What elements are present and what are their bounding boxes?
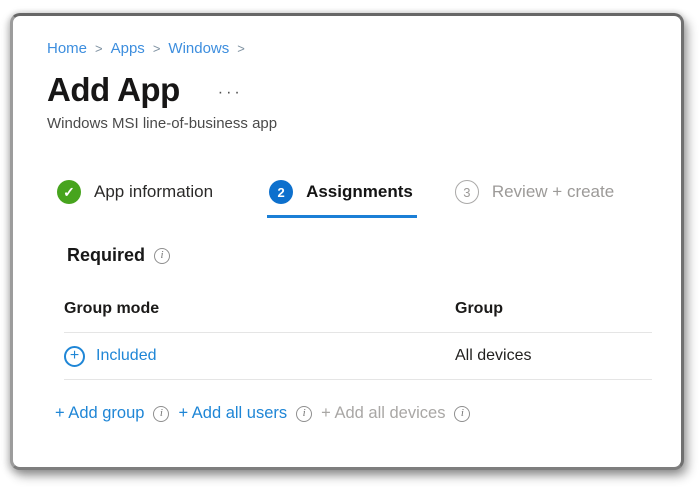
add-group-link[interactable]: + Add group bbox=[55, 404, 144, 423]
table-header-row: Group mode Group bbox=[64, 300, 652, 332]
info-icon[interactable]: i bbox=[454, 405, 471, 422]
required-section-header: Required i bbox=[67, 245, 651, 266]
step-number-badge: 2 bbox=[269, 180, 294, 205]
tab-assignments[interactable]: 2 Assignments bbox=[267, 180, 417, 219]
add-all-users-link[interactable]: + Add all users bbox=[178, 404, 287, 423]
info-icon[interactable]: i bbox=[296, 405, 313, 422]
assignment-actions: + Add group i + Add all users i + Add al… bbox=[55, 404, 651, 423]
breadcrumb-separator: > bbox=[95, 41, 103, 56]
breadcrumb-separator: > bbox=[237, 41, 245, 56]
add-app-panel: Home > Apps > Windows > Add App ··· Wind… bbox=[13, 16, 681, 423]
title-row: Add App ··· bbox=[47, 71, 651, 108]
page-subtitle: Windows MSI line-of-business app bbox=[47, 115, 278, 133]
group-mode-label: Included bbox=[96, 347, 157, 365]
assignments-table: Group mode Group + Included All devices bbox=[64, 300, 652, 381]
page-title: Add App bbox=[47, 71, 180, 108]
add-all-devices-link: + Add all devices bbox=[321, 404, 446, 423]
table-row: + Included All devices bbox=[64, 333, 652, 379]
group-mode-included-link[interactable]: + Included bbox=[64, 345, 455, 367]
wizard-steps: ✓ App information 2 Assignments 3 Review… bbox=[57, 180, 651, 219]
info-icon[interactable]: i bbox=[154, 247, 171, 264]
step-number-badge: 3 bbox=[454, 180, 479, 205]
section-title: Required bbox=[67, 245, 146, 266]
step-complete-check-icon: ✓ bbox=[57, 180, 81, 205]
tab-label: App information bbox=[94, 182, 214, 202]
tab-review-create: 3 Review + create bbox=[454, 180, 615, 205]
table-divider bbox=[64, 379, 652, 381]
more-options-button[interactable]: ··· bbox=[218, 78, 243, 102]
screenshot-frame: Home > Apps > Windows > Add App ··· Wind… bbox=[10, 13, 684, 470]
breadcrumb-link-windows[interactable]: Windows bbox=[168, 40, 229, 57]
info-icon[interactable]: i bbox=[153, 405, 170, 422]
breadcrumb-separator: > bbox=[152, 41, 161, 56]
column-header-group: Group bbox=[455, 300, 503, 318]
column-header-group-mode: Group mode bbox=[64, 300, 160, 318]
tab-app-information[interactable]: ✓ App information bbox=[57, 180, 214, 205]
group-value: All devices bbox=[455, 347, 532, 365]
breadcrumb-link-home[interactable]: Home bbox=[47, 40, 87, 57]
circle-plus-icon: + bbox=[64, 345, 85, 367]
tab-label: Assignments bbox=[306, 182, 413, 202]
tab-label: Review + create bbox=[491, 182, 615, 202]
breadcrumb: Home > Apps > Windows > bbox=[47, 40, 651, 57]
breadcrumb-link-apps[interactable]: Apps bbox=[111, 40, 145, 57]
